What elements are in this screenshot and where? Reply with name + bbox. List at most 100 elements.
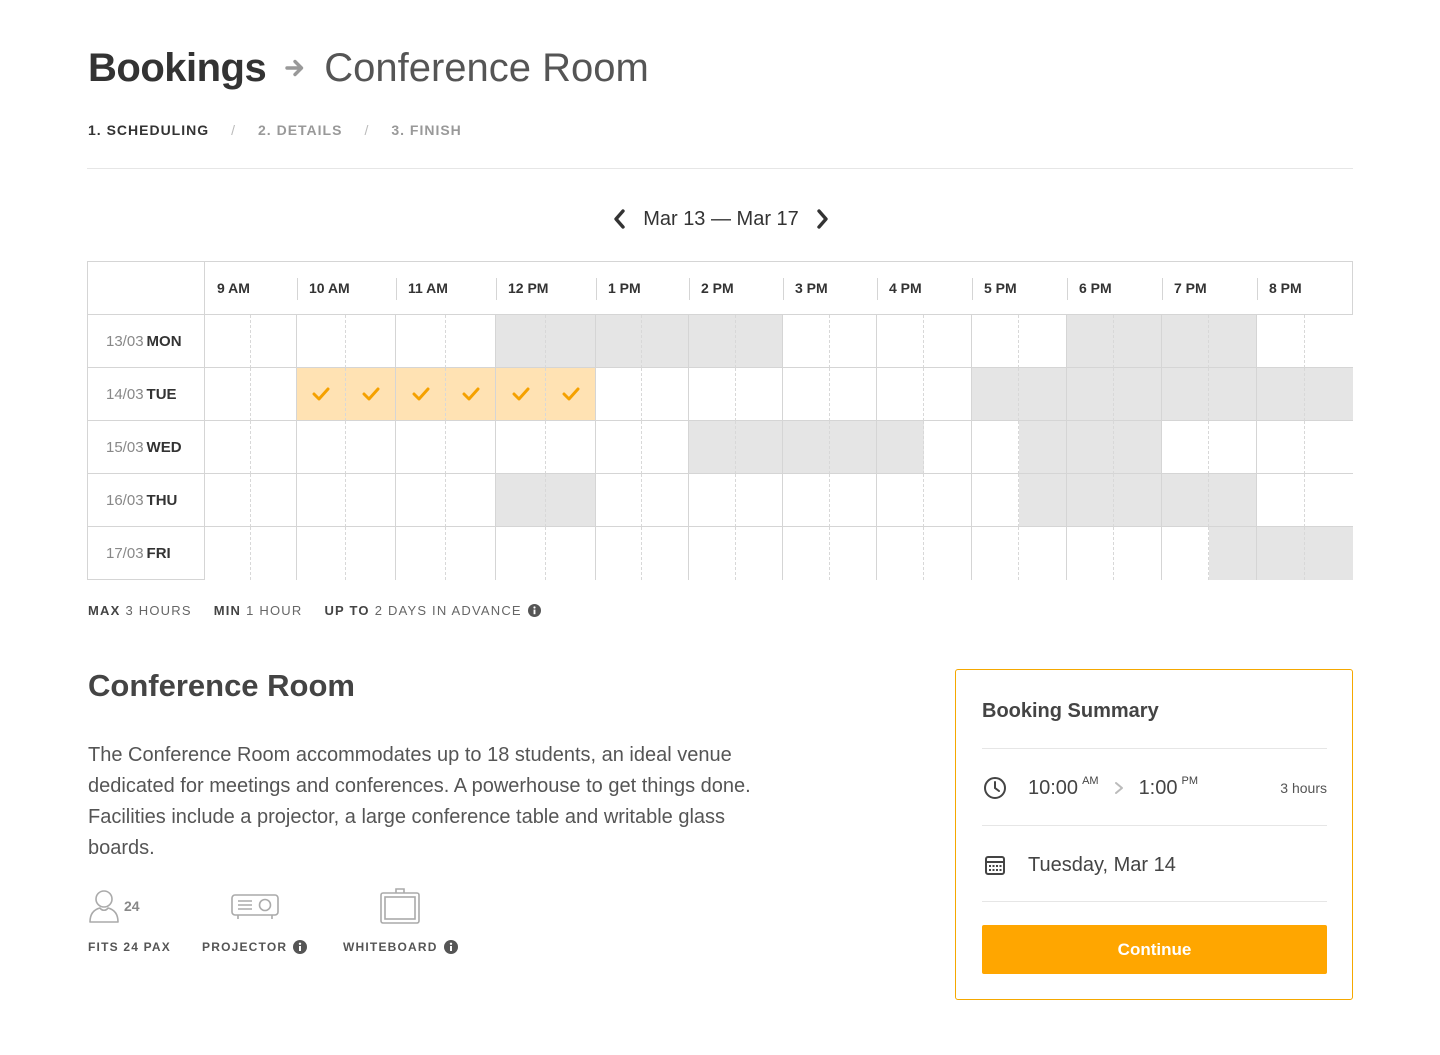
- time-slot[interactable]: [783, 474, 830, 527]
- checkmark-icon: [512, 387, 529, 401]
- time-slot[interactable]: [783, 315, 830, 368]
- time-slot[interactable]: [446, 315, 496, 368]
- info-icon[interactable]: [293, 940, 308, 954]
- time-slot[interactable]: [396, 421, 446, 474]
- time-slot[interactable]: [596, 421, 642, 474]
- time-slot[interactable]: [924, 315, 972, 368]
- time-slot[interactable]: [297, 421, 346, 474]
- time-slot[interactable]: [596, 368, 642, 421]
- prev-week-button[interactable]: [608, 204, 630, 234]
- time-slot[interactable]: [830, 527, 877, 580]
- time-slot[interactable]: [396, 474, 446, 527]
- time-slot-booked: [689, 315, 736, 368]
- rule-advance: UP TO 2 DAYS IN ADVANCE: [324, 603, 541, 618]
- time-slot[interactable]: [1305, 315, 1353, 368]
- time-slot[interactable]: [689, 527, 736, 580]
- time-slot[interactable]: [496, 527, 546, 580]
- time-slot[interactable]: [736, 474, 783, 527]
- time-slot[interactable]: [877, 527, 924, 580]
- time-slot[interactable]: [205, 474, 251, 527]
- time-slot[interactable]: [205, 527, 251, 580]
- time-slot[interactable]: [446, 527, 496, 580]
- time-slot[interactable]: [396, 315, 446, 368]
- time-slot[interactable]: [1305, 421, 1353, 474]
- time-slot[interactable]: [346, 527, 396, 580]
- time-slot[interactable]: [251, 315, 297, 368]
- time-slot[interactable]: [736, 368, 783, 421]
- time-slot[interactable]: [205, 315, 251, 368]
- time-slot[interactable]: [251, 421, 297, 474]
- time-slot[interactable]: [972, 421, 1019, 474]
- time-slot[interactable]: [1067, 527, 1114, 580]
- time-slot[interactable]: [496, 421, 546, 474]
- time-slot[interactable]: [1257, 315, 1305, 368]
- time-slot[interactable]: [251, 368, 297, 421]
- time-slot-selected[interactable]: [396, 368, 446, 421]
- time-slot[interactable]: [972, 315, 1019, 368]
- time-slot[interactable]: [446, 421, 496, 474]
- time-slot[interactable]: [251, 474, 297, 527]
- step-finish[interactable]: 3. FINISH: [391, 122, 461, 138]
- time-slot[interactable]: [205, 368, 251, 421]
- time-slot[interactable]: [346, 474, 396, 527]
- time-slot[interactable]: [972, 474, 1019, 527]
- time-slot[interactable]: [689, 474, 736, 527]
- time-slot[interactable]: [1019, 315, 1067, 368]
- time-slot[interactable]: [924, 474, 972, 527]
- time-slot[interactable]: [1209, 421, 1257, 474]
- time-slot[interactable]: [830, 474, 877, 527]
- time-slot[interactable]: [346, 421, 396, 474]
- time-slot[interactable]: [297, 315, 346, 368]
- time-slot[interactable]: [205, 421, 251, 474]
- time-slot[interactable]: [877, 368, 924, 421]
- time-slot-selected[interactable]: [346, 368, 396, 421]
- time-slot[interactable]: [396, 527, 446, 580]
- time-slot[interactable]: [783, 527, 830, 580]
- time-slot[interactable]: [877, 474, 924, 527]
- next-week-button[interactable]: [812, 204, 834, 234]
- day-label: 16/03 THU: [88, 474, 205, 527]
- time-slot[interactable]: [1257, 474, 1305, 527]
- checkmark-icon: [412, 387, 429, 401]
- continue-button[interactable]: Continue: [982, 925, 1327, 974]
- time-slot[interactable]: [830, 368, 877, 421]
- time-slot[interactable]: [642, 527, 689, 580]
- time-slot[interactable]: [1257, 421, 1305, 474]
- time-slot[interactable]: [251, 527, 297, 580]
- time-slot[interactable]: [546, 527, 596, 580]
- time-slot[interactable]: [736, 527, 783, 580]
- time-slot[interactable]: [297, 474, 346, 527]
- time-slot[interactable]: [642, 421, 689, 474]
- rule-advance-value: 2 DAYS IN ADVANCE: [374, 603, 522, 618]
- time-slot[interactable]: [924, 527, 972, 580]
- time-slot[interactable]: [642, 474, 689, 527]
- time-slot-selected[interactable]: [546, 368, 596, 421]
- time-slot[interactable]: [830, 315, 877, 368]
- time-slot[interactable]: [972, 527, 1019, 580]
- time-slot[interactable]: [596, 527, 642, 580]
- time-slot[interactable]: [596, 474, 642, 527]
- time-slot[interactable]: [877, 315, 924, 368]
- time-slot[interactable]: [1114, 527, 1162, 580]
- time-slot[interactable]: [689, 368, 736, 421]
- time-slot[interactable]: [783, 368, 830, 421]
- time-slot-selected[interactable]: [446, 368, 496, 421]
- step-scheduling[interactable]: 1. SCHEDULING: [88, 122, 209, 138]
- time-slot-selected[interactable]: [297, 368, 346, 421]
- time-slot[interactable]: [924, 421, 972, 474]
- time-slot-selected[interactable]: [496, 368, 546, 421]
- time-slot[interactable]: [924, 368, 972, 421]
- step-details[interactable]: 2. DETAILS: [258, 122, 342, 138]
- time-slot[interactable]: [346, 315, 396, 368]
- info-icon[interactable]: [443, 940, 458, 954]
- time-slot[interactable]: [546, 421, 596, 474]
- time-slot[interactable]: [1162, 527, 1209, 580]
- time-slot[interactable]: [1162, 421, 1209, 474]
- time-slot[interactable]: [1305, 474, 1353, 527]
- time-slot-booked: [1114, 474, 1162, 527]
- time-slot[interactable]: [642, 368, 689, 421]
- info-icon[interactable]: [527, 604, 541, 617]
- time-slot[interactable]: [446, 474, 496, 527]
- time-slot[interactable]: [297, 527, 346, 580]
- time-slot[interactable]: [1019, 527, 1067, 580]
